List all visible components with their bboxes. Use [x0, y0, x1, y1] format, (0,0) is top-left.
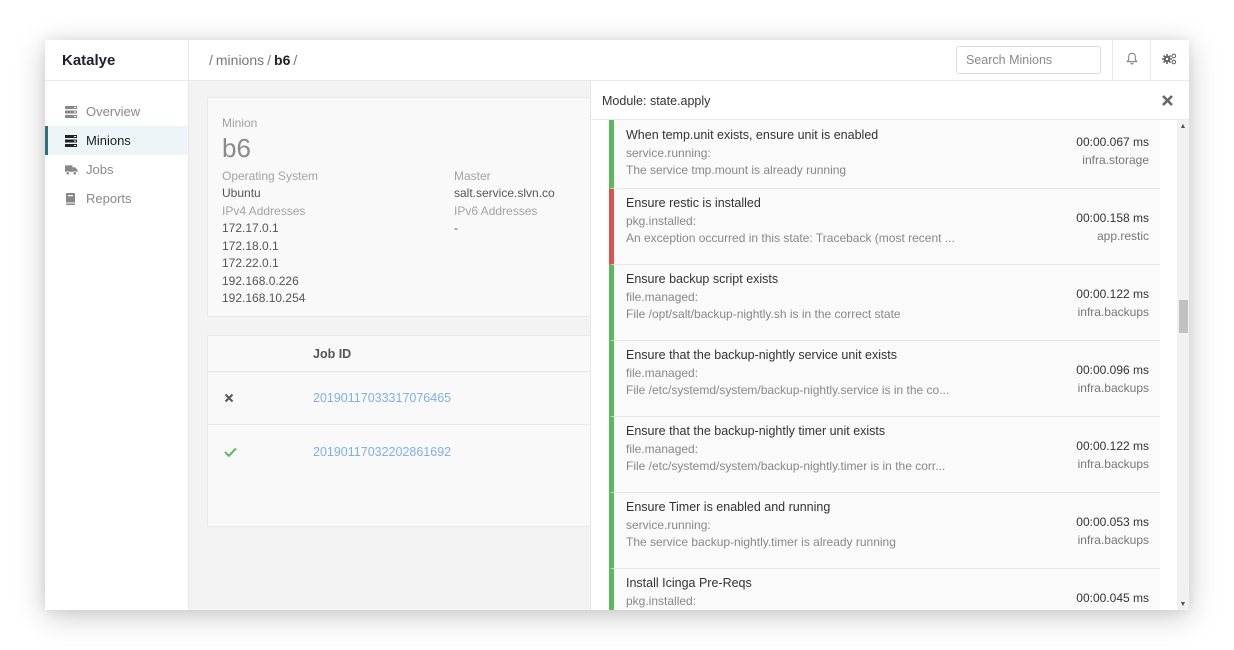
success-check-icon	[208, 447, 313, 457]
minion-label: Minion	[222, 116, 258, 130]
ipv4-address: 192.168.0.226	[222, 273, 299, 288]
sidebar-item-reports[interactable]: Reports	[45, 184, 188, 213]
close-icon	[1161, 94, 1173, 106]
scroll-down-arrow-icon[interactable]: ▼	[1177, 598, 1189, 610]
state-meta: 00:00.158 ms app.restic	[1076, 210, 1149, 245]
master-value: salt.service.slvn.co	[454, 186, 555, 200]
state-result-item[interactable]: Ensure that the backup-nightly timer uni…	[609, 417, 1160, 493]
book-icon	[65, 192, 78, 205]
state-meta: 00:00.096 ms infra.backups	[1076, 362, 1149, 397]
state-duration: 00:00.067 ms	[1076, 135, 1149, 149]
top-bar: Katalye / minions / b6 /	[45, 40, 1189, 81]
truck-icon	[65, 164, 78, 176]
ipv4-address: 172.17.0.1	[222, 221, 279, 235]
state-result-item[interactable]: When temp.unit exists, ensure unit is en…	[609, 120, 1160, 189]
job-id-link[interactable]: 20190117033317076465	[313, 391, 451, 405]
gears-icon	[1162, 52, 1177, 70]
breadcrumb-separator: /	[293, 52, 298, 68]
state-duration: 00:00.045 ms	[1076, 591, 1149, 605]
state-results-list: When temp.unit exists, ensure unit is en…	[591, 120, 1189, 610]
scroll-up-arrow-icon[interactable]: ▲	[1177, 120, 1189, 132]
close-panel-button[interactable]	[1159, 92, 1175, 108]
table-row[interactable]: 20190117033317076465	[208, 372, 626, 425]
state-duration: 00:00.096 ms	[1076, 363, 1149, 377]
ipv6-label: IPv6 Addresses	[454, 203, 538, 218]
job-id-link[interactable]: 20190117032202861692	[313, 445, 451, 459]
state-meta: 00:00.045 ms	[1076, 590, 1149, 608]
breadcrumb-minions[interactable]: minions	[216, 52, 264, 68]
state-result-item[interactable]: Ensure Timer is enabled and running servi…	[609, 493, 1160, 569]
ipv4-address: 172.22.0.1	[222, 256, 279, 270]
os-value: Ubuntu	[222, 186, 261, 200]
server-icon	[65, 105, 78, 118]
sidebar-item-label: Overview	[86, 104, 141, 119]
state-duration: 00:00.122 ms	[1076, 439, 1149, 453]
minion-details-card: Minion b6 Operating System Ubuntu IPv4 A…	[207, 97, 627, 317]
state-result-item[interactable]: Ensure restic is installed pkg.installed:…	[609, 189, 1160, 265]
state-result-item[interactable]: Ensure that the backup-nightly service u…	[609, 341, 1160, 417]
state-duration: 00:00.122 ms	[1076, 287, 1149, 301]
settings-button[interactable]	[1150, 40, 1188, 81]
state-result-item[interactable]: Ensure backup script exists file.managed:…	[609, 265, 1160, 341]
scrollbar-thumb[interactable]	[1179, 300, 1188, 333]
server-icon	[65, 134, 78, 147]
breadcrumb-separator: /	[209, 52, 213, 68]
state-meta: 00:00.122 ms infra.backups	[1076, 438, 1149, 473]
failed-x-icon	[208, 393, 313, 403]
sidebar-item-label: Reports	[86, 191, 132, 206]
brand-logo[interactable]: Katalye	[45, 40, 189, 81]
breadcrumb-separator: /	[267, 52, 272, 68]
bell-icon	[1125, 52, 1138, 70]
app-window: Katalye / minions / b6 / Overview	[45, 40, 1189, 610]
search-minions-input[interactable]	[956, 46, 1101, 74]
state-meta: 00:00.122 ms infra.backups	[1076, 286, 1149, 321]
panel-header: Module: state.apply	[591, 81, 1189, 120]
sidebar-item-jobs[interactable]: Jobs	[45, 155, 188, 184]
sidebar-item-minions[interactable]: Minions	[45, 126, 188, 155]
minion-name: b6	[222, 132, 251, 163]
sidebar-item-label: Minions	[86, 133, 131, 148]
table-row[interactable]: 20190117032202861692	[208, 425, 626, 478]
state-meta: 00:00.053 ms infra.backups	[1076, 514, 1149, 549]
state-sls: infra.storage	[1082, 152, 1149, 167]
panel-title: Module: state.apply	[602, 94, 711, 108]
state-result-item[interactable]: Install Icinga Pre-Reqs pkg.installed: 00:…	[609, 569, 1160, 610]
module-detail-panel: Module: state.apply When temp.unit exist…	[590, 81, 1189, 610]
os-label: Operating System	[222, 168, 319, 183]
breadcrumb-current-minion[interactable]: b6	[274, 52, 290, 68]
sidebar-item-label: Jobs	[86, 162, 114, 177]
sidebar-item-overview[interactable]: Overview	[45, 97, 188, 126]
jobs-table: Job ID 20190117033317076465 201901170322…	[207, 335, 627, 527]
state-sls: infra.backups	[1077, 532, 1149, 547]
notifications-button[interactable]	[1112, 40, 1150, 81]
ipv4-label: IPv4 Addresses	[222, 203, 306, 218]
breadcrumb: / minions / b6 /	[209, 52, 297, 68]
state-duration: 00:00.053 ms	[1076, 515, 1149, 529]
ipv6-value: -	[454, 221, 458, 235]
state-sls: app.restic	[1096, 228, 1149, 243]
job-id-column-header[interactable]: Job ID	[208, 336, 626, 372]
state-sls: infra.backups	[1077, 304, 1149, 319]
state-duration: 00:00.158 ms	[1076, 211, 1149, 225]
master-label: Master	[454, 168, 491, 183]
state-sls: infra.backups	[1077, 380, 1149, 395]
state-sls: infra.backups	[1077, 456, 1149, 471]
ipv4-address: 172.18.0.1	[222, 238, 279, 253]
vertical-scrollbar[interactable]: ▲ ▼	[1177, 120, 1189, 610]
state-meta: 00:00.067 ms infra.storage	[1076, 134, 1149, 169]
sidebar: Overview Minions Jobs Reports	[45, 81, 189, 610]
ipv4-address: 192.168.10.254	[222, 291, 306, 305]
